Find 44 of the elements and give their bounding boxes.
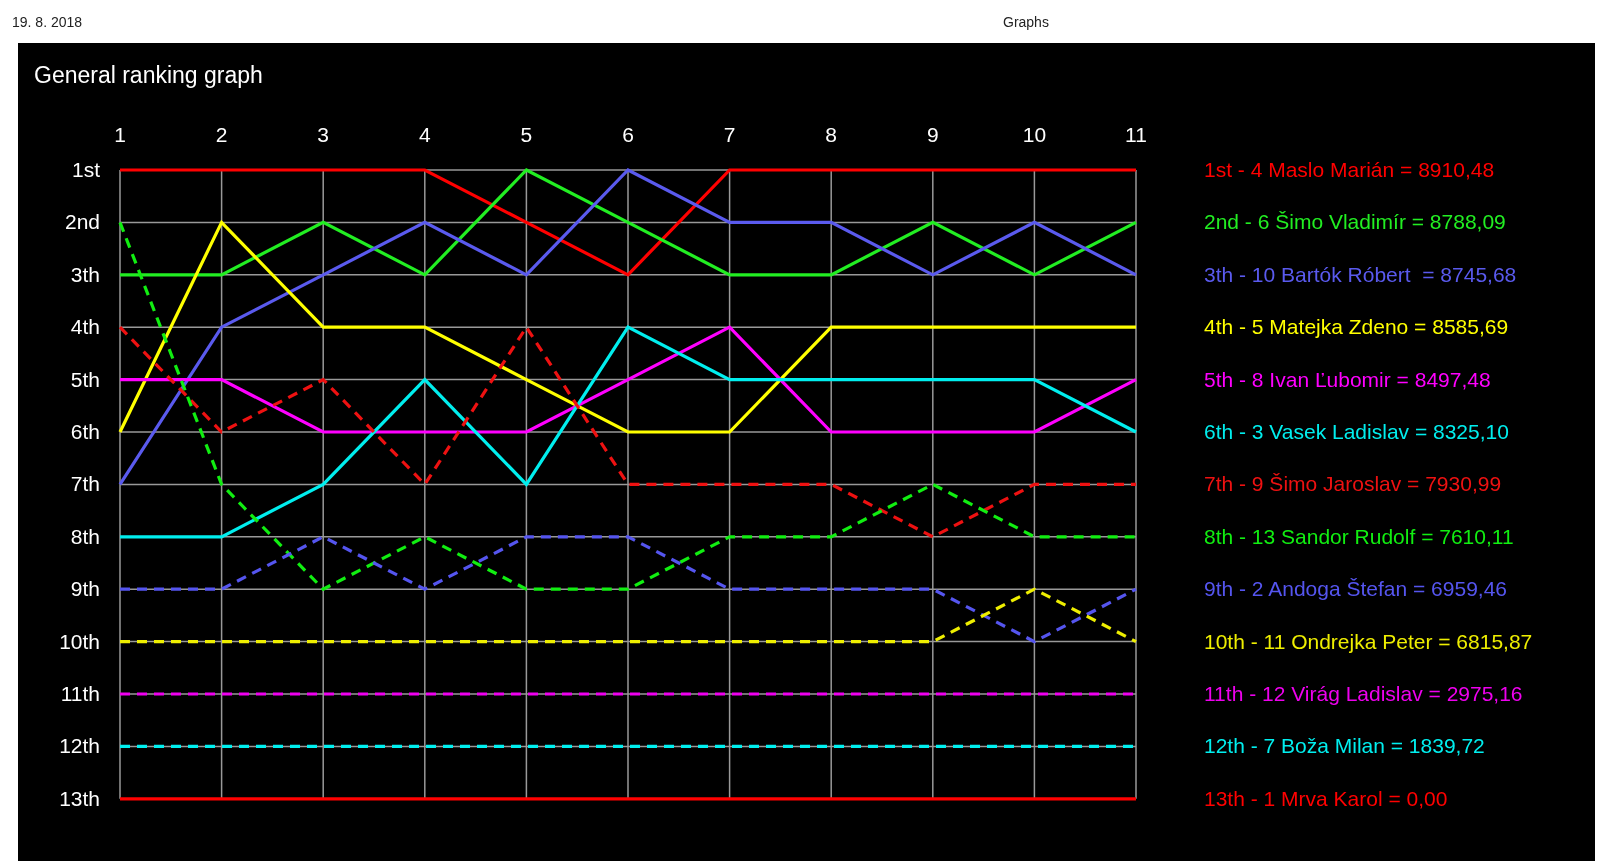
legend-entry: 8th - 13 Sandor Rudolf = 7610,11 [1204, 523, 1514, 550]
y-axis-label: 4th [70, 315, 100, 339]
y-axis-label: 7th [70, 472, 100, 496]
y-axis-label: 9th [70, 577, 100, 601]
line-series [118, 168, 1138, 486]
y-axis-label: 6th [70, 420, 100, 443]
y-axis-label: 1st [72, 158, 100, 181]
y-axis-label: 12th [59, 734, 100, 758]
legend-entry: 10th - 11 Ondrejka Peter = 6815,87 [1204, 628, 1533, 655]
x-axis-label: 2 [215, 123, 228, 146]
x-axis-label: 8 [825, 123, 838, 146]
legend-entry: 11th - 12 Virág Ladislav = 2975,16 [1204, 680, 1523, 707]
y-axis-label: 10th [59, 629, 100, 653]
line-series [118, 220, 1138, 591]
legend-entry: 2nd - 6 Šimo Vladimír = 8788,09 [1204, 209, 1506, 236]
x-axis-label: 9 [926, 123, 939, 146]
x-axis-label: 3 [317, 123, 330, 146]
legend-entry: 6th - 3 Vasek Ladislav = 8325,10 [1204, 418, 1509, 445]
y-axis-label: 8th [70, 524, 100, 548]
legend-entry: 12th - 7 Boža Milan = 1839,72 [1204, 733, 1485, 760]
page-title: Graphs [1003, 13, 1049, 30]
x-axis-label: 6 [622, 123, 634, 146]
x-axis-label: 11 [1125, 123, 1147, 146]
x-axis-label: 7 [723, 123, 736, 146]
print-date: 19. 8. 2018 [11, 13, 84, 30]
legend-entry: 5th - 8 Ivan Ľubomir = 8497,48 [1204, 366, 1491, 393]
y-axis-label: 5th [70, 367, 100, 391]
legend-entry: 1st - 4 Maslo Marián = 8910,48 [1204, 157, 1495, 183]
line-series [118, 220, 1138, 434]
legend-entry: 13th - 1 Mrva Karol = 0,00 [1204, 785, 1448, 812]
y-axis-label: 2nd [65, 210, 100, 234]
chart-title: General ranking graph [34, 61, 263, 89]
x-axis-label: 4 [418, 123, 431, 146]
y-axis-label: 11th [60, 682, 100, 705]
x-axis-label: 1 [114, 123, 126, 146]
line-series [118, 325, 1138, 539]
legend-entry: 3th - 10 Bartók Róbert = 8745,68 [1204, 261, 1517, 288]
legend-entry: 4th - 5 Matejka Zdeno = 8585,69 [1204, 314, 1509, 341]
legend-entry: 7th - 9 Šimo Jaroslav = 7930,99 [1204, 471, 1502, 498]
x-axis-label: 5 [520, 123, 533, 146]
y-axis-label: 13th [59, 786, 100, 810]
x-axis-label: 10 [1022, 123, 1047, 146]
y-axis-label: 3th [70, 262, 100, 286]
legend-entry: 9th - 2 Andoga Štefan = 6959,46 [1204, 576, 1507, 603]
